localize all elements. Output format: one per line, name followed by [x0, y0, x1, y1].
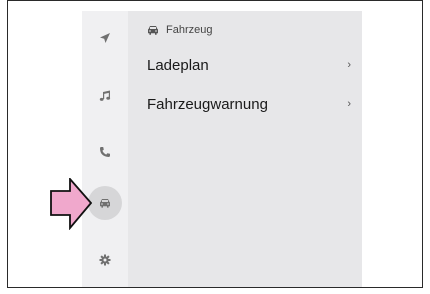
sidebar-item-music[interactable]: [88, 79, 122, 113]
car-icon: [148, 25, 158, 35]
panel-header: Fahrzeug: [147, 22, 212, 38]
menu-item-label: Fahrzeugwarnung: [147, 95, 268, 113]
panel-title: Fahrzeug: [166, 24, 213, 36]
sidebar-item-settings[interactable]: [88, 243, 122, 277]
chevron-right-icon: ›: [347, 98, 351, 110]
car-icon: [100, 199, 110, 208]
sidebar-item-phone[interactable]: [88, 135, 122, 169]
sidebar: [82, 11, 128, 287]
menu-item-label: Ladeplan: [147, 56, 209, 74]
music-note-icon: [99, 90, 111, 101]
sidebar-item-navigation[interactable]: [88, 21, 122, 55]
vehicle-menu-panel: Fahrzeug Ladeplan › Fahrzeugwarnung ›: [128, 11, 362, 287]
navigation-arrow-icon: [100, 33, 110, 43]
menu-item-fahrzeugwarnung[interactable]: Fahrzeugwarnung ›: [147, 93, 351, 115]
sidebar-item-vehicle[interactable]: [88, 186, 122, 220]
menu-item-ladeplan[interactable]: Ladeplan ›: [147, 54, 351, 76]
chevron-right-icon: ›: [347, 59, 351, 71]
pointer-arrow-icon: [50, 178, 92, 230]
phone-icon: [100, 147, 110, 157]
gear-icon: [99, 254, 111, 266]
